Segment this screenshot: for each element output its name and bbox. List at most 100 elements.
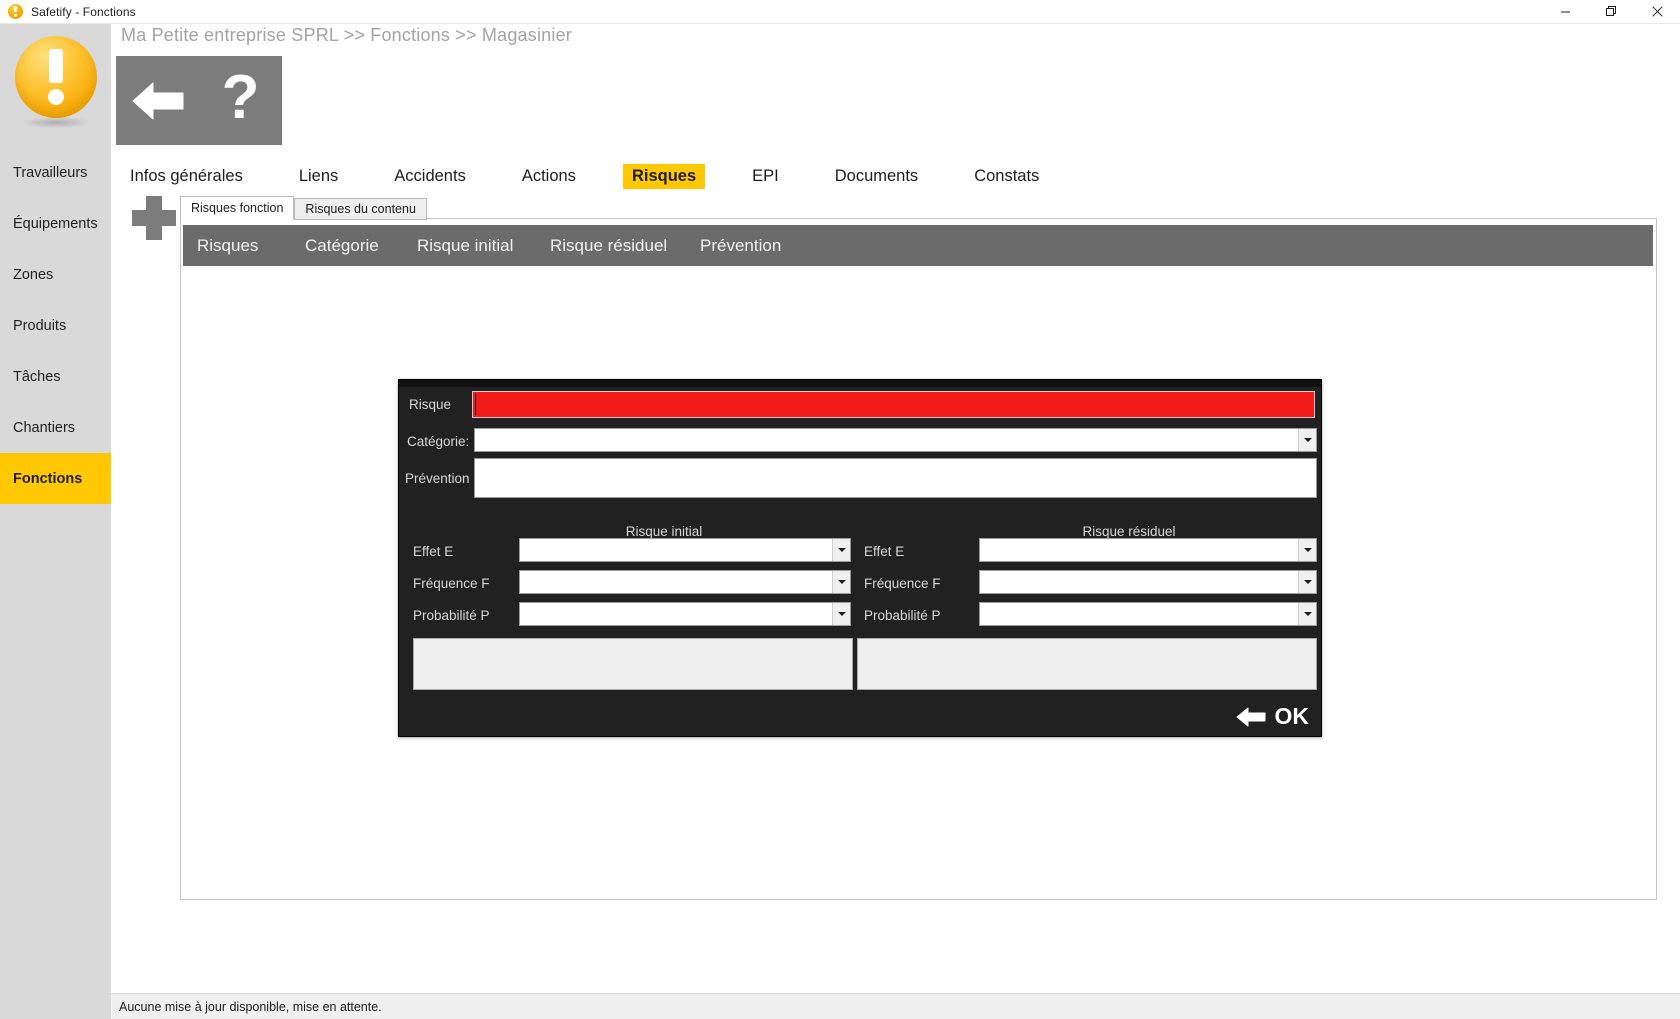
logo-exclamation-bar xyxy=(48,49,63,83)
column-header-prevention[interactable]: Prévention xyxy=(700,236,781,256)
tab-label: Documents xyxy=(834,166,919,185)
residuel-frequence-select[interactable] xyxy=(979,570,1317,594)
prevention-input[interactable] xyxy=(474,458,1317,498)
sub-tab-bar: Risques fonction Risques du contenu xyxy=(180,196,427,220)
sidebar-nav: Travailleurs Équipements Zones Produits … xyxy=(0,147,111,504)
tab-actions[interactable]: Actions xyxy=(513,164,585,189)
residuel-result-box xyxy=(857,638,1317,690)
initial-probabilite-label: Probabilité P xyxy=(413,608,490,623)
ok-button[interactable]: OK xyxy=(1232,701,1314,732)
sidebar-item-label: Équipements xyxy=(13,215,98,232)
sidebar-item-label: Travailleurs xyxy=(13,164,88,181)
sidebar-item-fonctions[interactable]: Fonctions xyxy=(0,453,111,504)
chevron-down-icon[interactable] xyxy=(1298,571,1316,593)
window-controls xyxy=(1542,0,1680,23)
tab-label: Accidents xyxy=(394,166,466,185)
tab-label: Liens xyxy=(298,166,339,185)
application-window: Safetify - Fonctions Travailleurs Équipe… xyxy=(0,0,1680,1019)
residuel-frequence-label: Fréquence F xyxy=(864,576,941,591)
tab-risques[interactable]: Risques xyxy=(622,163,706,189)
tab-label: Infos générales xyxy=(130,166,243,185)
plus-icon-vertical xyxy=(146,196,162,240)
logo-exclamation-dot xyxy=(47,89,64,105)
dialog-title-bar xyxy=(399,380,1321,387)
tab-epi[interactable]: EPI xyxy=(743,164,788,189)
help-button[interactable]: ? xyxy=(199,56,282,145)
text-caret xyxy=(475,394,476,415)
initial-result-box xyxy=(413,638,853,690)
chevron-down-icon[interactable] xyxy=(832,603,850,625)
tab-label: Risques xyxy=(631,166,697,185)
initial-effet-select[interactable] xyxy=(519,538,851,562)
tab-infos-generales[interactable]: Infos générales xyxy=(121,164,252,189)
title-bar: Safetify - Fonctions xyxy=(0,0,1680,24)
residuel-probabilite-select[interactable] xyxy=(979,602,1317,626)
chevron-down-icon[interactable] xyxy=(1298,603,1316,625)
header-toolbar: ? xyxy=(116,56,282,145)
question-mark-icon: ? xyxy=(221,62,260,132)
sidebar-item-zones[interactable]: Zones xyxy=(0,249,111,300)
window-title: Safetify - Fonctions xyxy=(31,4,136,19)
sidebar-item-taches[interactable]: Tâches xyxy=(0,351,111,402)
initial-frequence-select[interactable] xyxy=(519,570,851,594)
column-header-risques[interactable]: Risques xyxy=(183,236,305,256)
sidebar-item-label: Chantiers xyxy=(13,419,76,436)
initial-probabilite-select[interactable] xyxy=(519,602,851,626)
subtab-label: Risques fonction xyxy=(191,201,284,215)
tab-label: Actions xyxy=(521,166,576,185)
safetify-logo-icon xyxy=(7,3,24,20)
residuel-effet-label: Effet E xyxy=(864,544,905,559)
risque-label: Risque xyxy=(409,397,452,412)
subtab-label: Risques du contenu xyxy=(305,202,416,216)
categorie-select[interactable] xyxy=(474,428,1317,452)
close-button[interactable] xyxy=(1634,0,1680,23)
residuel-effet-select[interactable] xyxy=(979,538,1317,562)
tab-constats[interactable]: Constats xyxy=(965,164,1048,189)
chevron-down-icon[interactable] xyxy=(832,571,850,593)
app-logo xyxy=(0,23,111,147)
column-header-risque-initial[interactable]: Risque initial xyxy=(417,236,550,256)
tab-label: Constats xyxy=(974,166,1040,185)
tab-accidents[interactable]: Accidents xyxy=(385,164,475,189)
chevron-down-icon[interactable] xyxy=(1298,539,1316,561)
sidebar-item-chantiers[interactable]: Chantiers xyxy=(0,402,111,453)
sidebar-item-label: Tâches xyxy=(13,368,61,385)
initial-frequence-label: Fréquence F xyxy=(413,576,490,591)
prevention-label: Prévention xyxy=(405,471,470,486)
back-button[interactable] xyxy=(116,56,199,145)
sidebar: Travailleurs Équipements Zones Produits … xyxy=(0,23,111,1019)
breadcrumb: Ma Petite entreprise SPRL >> Fonctions >… xyxy=(121,25,572,45)
back-arrow-icon xyxy=(1236,707,1265,726)
minimize-button[interactable] xyxy=(1542,0,1588,23)
sidebar-item-label: Produits xyxy=(13,317,67,334)
risque-residuel-title: Risque résiduel xyxy=(1082,524,1176,539)
column-header-categorie[interactable]: Catégorie xyxy=(305,236,417,256)
chevron-down-icon[interactable] xyxy=(1298,429,1316,451)
sidebar-item-produits[interactable]: Produits xyxy=(0,300,111,351)
add-risk-button[interactable] xyxy=(132,196,176,240)
chevron-down-icon[interactable] xyxy=(832,539,850,561)
tab-liens[interactable]: Liens xyxy=(290,164,347,189)
tab-documents[interactable]: Documents xyxy=(826,164,927,189)
restore-button[interactable] xyxy=(1588,0,1634,23)
sidebar-item-equipements[interactable]: Équipements xyxy=(0,198,111,249)
risk-table-header: Risques Catégorie Risque initial Risque … xyxy=(183,225,1653,266)
residuel-probabilite-label: Probabilité P xyxy=(864,608,941,623)
risque-initial-title: Risque initial xyxy=(625,524,703,539)
sidebar-item-travailleurs[interactable]: Travailleurs xyxy=(0,147,111,198)
status-bar: Aucune mise à jour disponible, mise en a… xyxy=(111,993,1680,1019)
tab-label: EPI xyxy=(752,166,779,185)
risk-edit-dialog: Risque Catégorie: Prévention Risque init… xyxy=(398,379,1322,737)
logo-shadow xyxy=(21,117,90,128)
column-header-risque-residuel[interactable]: Risque résiduel xyxy=(550,236,700,256)
sidebar-item-label: Fonctions xyxy=(13,470,83,487)
subtab-risques-fonction[interactable]: Risques fonction xyxy=(180,196,295,220)
risque-input[interactable] xyxy=(472,391,1315,418)
ok-button-label: OK xyxy=(1274,703,1310,729)
subtab-risques-du-contenu[interactable]: Risques du contenu xyxy=(294,198,427,220)
back-arrow-icon xyxy=(132,82,183,119)
initial-effet-label: Effet E xyxy=(413,544,454,559)
categorie-label: Catégorie: xyxy=(407,434,470,449)
sidebar-item-label: Zones xyxy=(13,266,54,283)
main-tab-bar: Infos générales Liens Accidents Actions … xyxy=(121,162,1121,190)
